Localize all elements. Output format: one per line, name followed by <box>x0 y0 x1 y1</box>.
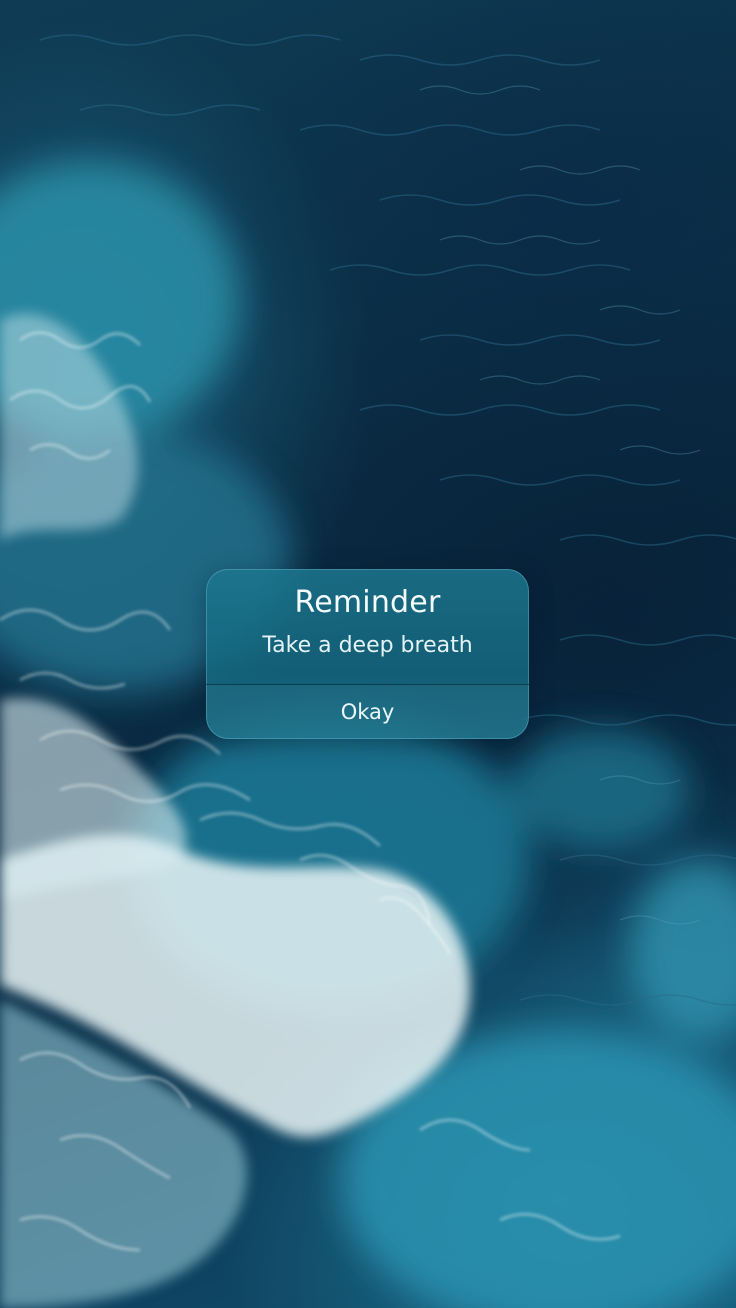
reminder-alert-dialog: Reminder Take a deep breath Okay <box>206 569 529 739</box>
alert-title: Reminder <box>294 585 441 620</box>
alert-content: Reminder Take a deep breath <box>206 569 529 684</box>
okay-button[interactable]: Okay <box>206 685 529 739</box>
alert-message: Take a deep breath <box>262 633 473 658</box>
